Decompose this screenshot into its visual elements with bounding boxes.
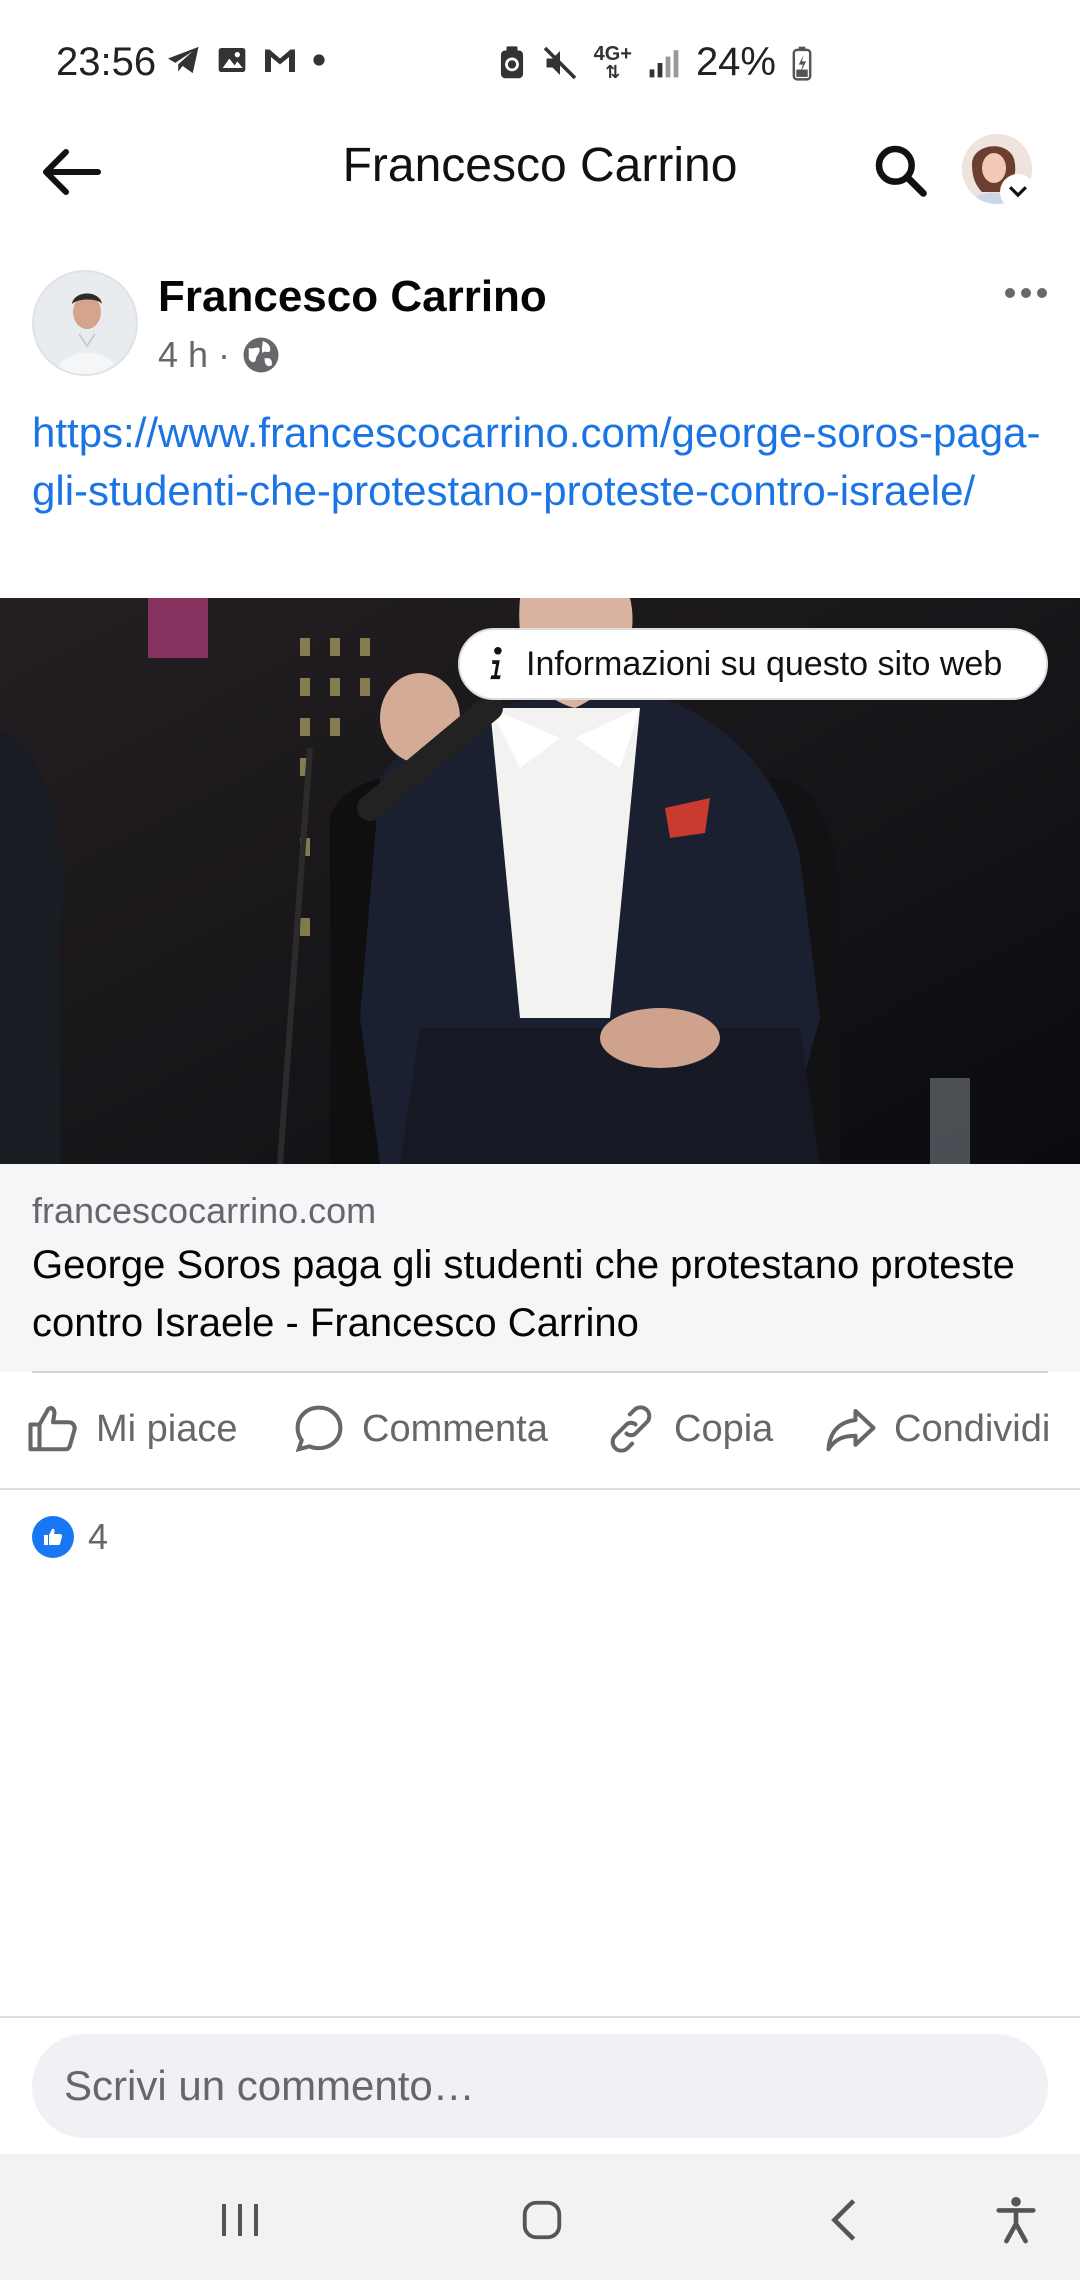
comment-input[interactable] [32, 2034, 1048, 2138]
post-author-avatar[interactable] [32, 270, 138, 376]
share-arrow-icon [826, 1408, 876, 1452]
network-icon: 4G+ ⇅ [593, 42, 632, 82]
like-reaction-icon [32, 1516, 74, 1558]
image-icon [218, 48, 246, 72]
signal-icon [649, 49, 679, 77]
comment-button[interactable]: Commenta [292, 1402, 548, 1456]
app-bar: Francesco Carrino [0, 130, 1080, 260]
profile-menu-badge[interactable] [1000, 174, 1036, 210]
post-action-bar: Mi piace Commenta Copia Condividi [0, 1380, 1080, 1490]
battery-icon [792, 46, 812, 81]
divider [32, 1371, 1048, 1373]
status-system-icons: 4G+ ⇅ 24% [498, 40, 812, 85]
battery-percent: 24% [695, 40, 776, 84]
link-preview-domain: francescocarrino.com [32, 1190, 377, 1231]
status-bar: 23:56 4G+ ⇅ 24% [0, 0, 1080, 130]
post-author-name[interactable]: Francesco Carrino [158, 272, 547, 322]
site-info-button[interactable]: Informazioni su questo sito web [458, 628, 1048, 700]
status-notification-icons [166, 44, 326, 76]
thumbs-up-icon [28, 1406, 77, 1452]
chevron-down-icon [1009, 186, 1027, 198]
post-meta: 4 h · [158, 334, 282, 376]
system-nav-bar [0, 2154, 1080, 2280]
link-icon [610, 1405, 652, 1453]
search-button[interactable] [864, 134, 936, 206]
author-photo [34, 272, 136, 374]
recent-apps-icon [222, 2204, 258, 2236]
system-back-button[interactable] [804, 2180, 884, 2260]
divider [0, 1488, 1080, 1490]
reaction-count: 4 [88, 1516, 109, 1557]
recycle-icon [500, 45, 523, 78]
comment-bubble-icon [295, 1405, 343, 1453]
mute-icon [543, 46, 576, 79]
reactions-summary[interactable]: 4 [32, 1516, 108, 1558]
info-icon [490, 647, 502, 680]
globe-icon [243, 337, 279, 373]
comment-label: Commenta [362, 1407, 548, 1450]
back-button[interactable] [36, 136, 108, 208]
like-label: Mi piace [96, 1407, 238, 1450]
post-more-button[interactable] [996, 268, 1056, 318]
gmail-icon [265, 49, 295, 72]
more-horizontal-icon [1005, 288, 1047, 298]
chevron-left-icon [831, 2199, 856, 2241]
telegram-icon [168, 46, 199, 74]
accessibility-icon [996, 2197, 1036, 2244]
meta-separator: · [218, 334, 231, 375]
divider [0, 2016, 1080, 2018]
accessibility-button[interactable] [976, 2180, 1056, 2260]
status-time: 23:56 [56, 40, 157, 84]
copy-link-button[interactable]: Copia [604, 1402, 773, 1456]
dot-icon [313, 54, 325, 66]
home-icon [522, 2200, 562, 2240]
share-button[interactable]: Condividi [824, 1402, 1050, 1456]
like-button[interactable]: Mi piace [26, 1402, 238, 1456]
home-button[interactable] [502, 2180, 582, 2260]
arrow-left-icon [43, 149, 101, 195]
recent-apps-button[interactable] [200, 2180, 280, 2260]
search-icon [875, 145, 927, 197]
page-title: Francesco Carrino [342, 139, 738, 192]
share-label: Condividi [894, 1407, 1051, 1450]
post-link-text[interactable]: https://www.francescocarrino.com/george-… [32, 404, 1052, 520]
copy-label: Copia [674, 1407, 774, 1450]
link-preview-title[interactable]: George Soros paga gli studenti che prote… [32, 1236, 1032, 1352]
post-time[interactable]: 4 h [158, 334, 208, 376]
network-type: 4G+ [593, 42, 632, 65]
site-info-label: Informazioni su questo sito web [526, 644, 1003, 683]
